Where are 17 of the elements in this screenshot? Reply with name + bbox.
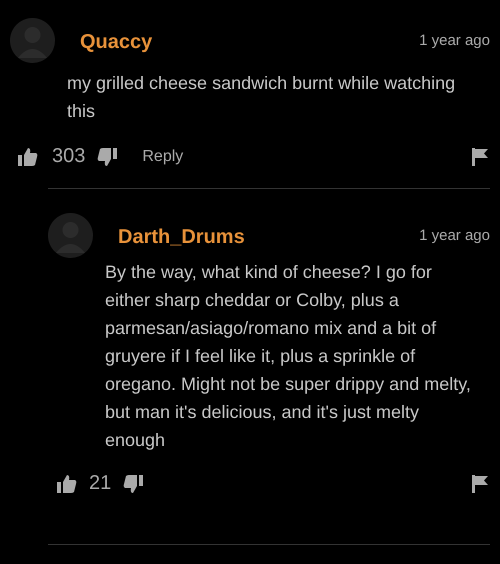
thumbs-up-icon[interactable]: [18, 146, 38, 166]
timestamp: 1 year ago: [419, 32, 490, 49]
reply-link[interactable]: Reply: [142, 148, 184, 166]
like-count: 303: [52, 145, 86, 168]
thumbs-down-icon[interactable]: [97, 146, 118, 166]
timestamp: 1 year ago: [419, 227, 490, 244]
thumbs-down-icon[interactable]: [123, 474, 144, 494]
comment-text: my grilled cheese sandwich burnt while watching this: [67, 72, 456, 123]
flag-icon[interactable]: [470, 146, 490, 166]
username[interactable]: Darth_Drums: [118, 226, 245, 249]
username[interactable]: Quaccy: [80, 31, 152, 54]
flag-icon[interactable]: [470, 474, 490, 494]
comment-text: By the way, what kind of cheese? I go for either sharp cheddar or Colby, plus a parmesan/asiago/romano mix and a bit of gruyere if I feel like it, plus a sprinkle of oregano. Might not be super drippy and melty, but man it's delicious, and it's just melty enough: [105, 261, 472, 452]
avatar-icon: [10, 18, 55, 63]
like-count: 21: [89, 472, 112, 495]
avatar-icon: [48, 213, 93, 258]
thumbs-up-icon[interactable]: [57, 474, 77, 494]
